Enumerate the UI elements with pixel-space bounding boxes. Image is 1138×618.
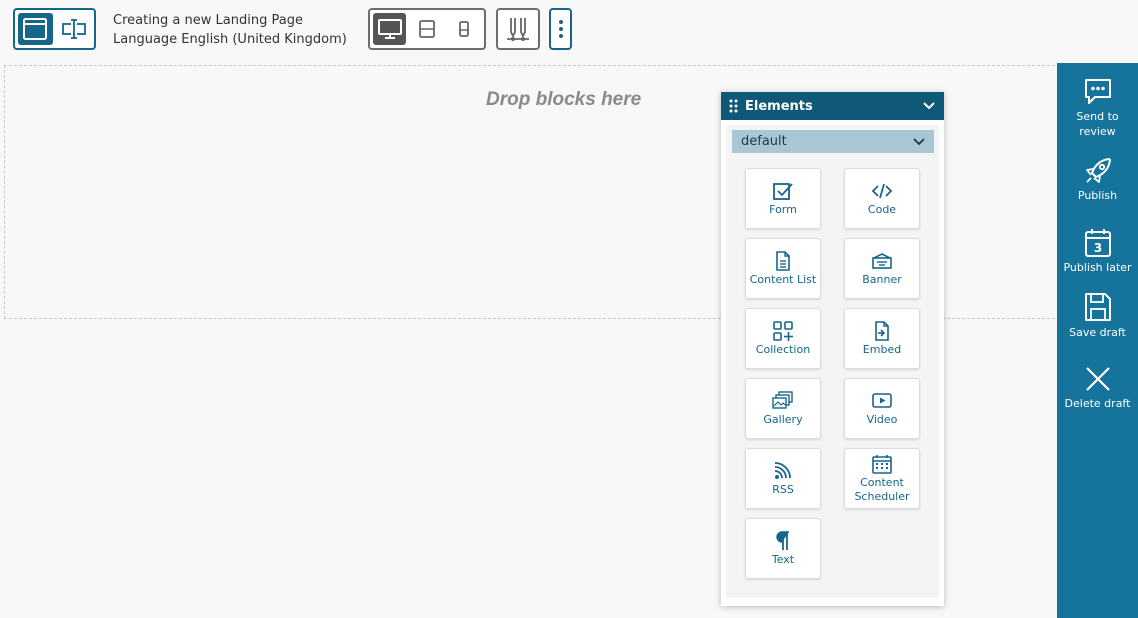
publish-label: Publish: [1077, 189, 1118, 202]
tablet-view-button[interactable]: [410, 13, 443, 45]
device-preview-toggle: [368, 8, 486, 50]
compare-button[interactable]: [496, 8, 540, 50]
rocket-icon: [1085, 158, 1111, 183]
element-rss[interactable]: RSS: [745, 448, 821, 509]
tablet-icon: [419, 20, 435, 38]
element-content-scheduler[interactable]: Content Scheduler: [844, 448, 920, 509]
element-text[interactable]: Text: [745, 518, 821, 579]
elements-category-select[interactable]: default: [732, 130, 934, 153]
chevron-down-icon: [913, 137, 925, 145]
publish-later-day: 3: [1093, 241, 1101, 255]
video-icon: [872, 392, 892, 408]
mobile-view-button[interactable]: [448, 13, 481, 45]
element-video[interactable]: Video: [844, 378, 920, 439]
element-collection[interactable]: Collection: [745, 308, 821, 369]
vertical-dots-icon: [558, 20, 563, 38]
send-to-review-button[interactable]: Send to review: [1057, 77, 1138, 139]
collapse-chevron-icon[interactable]: [922, 101, 936, 111]
more-options-button[interactable]: [549, 8, 572, 50]
element-label: Content Scheduler: [854, 475, 910, 503]
publish-later-button[interactable]: 3 Publish later: [1057, 228, 1138, 275]
element-label: Text: [771, 552, 795, 566]
publish-actions-bar: Send to review Publish 3 Publish later S…: [1057, 63, 1138, 618]
browser-window-icon: [23, 18, 48, 40]
save-draft-button[interactable]: Save draft: [1057, 291, 1138, 340]
element-label: Collection: [755, 342, 811, 356]
element-embed[interactable]: Embed: [844, 308, 920, 369]
banner-icon: [872, 252, 892, 269]
save-draft-label: Save draft: [1069, 326, 1126, 339]
mobile-icon: [459, 21, 470, 37]
page-info: Creating a new Landing Page Language Eng…: [113, 11, 347, 49]
compare-icon: [507, 18, 529, 41]
element-label: RSS: [772, 482, 794, 496]
publish-later-label: Publish later: [1063, 261, 1132, 274]
delete-draft-button[interactable]: Delete draft: [1057, 364, 1138, 411]
elements-list: default Form Code Content List Banner Co…: [726, 125, 939, 598]
content-list-icon: [776, 250, 790, 271]
editor-mode-toggle: [13, 8, 96, 50]
element-label: Gallery: [763, 412, 803, 426]
desktop-view-button[interactable]: [373, 13, 407, 45]
close-icon: [1085, 367, 1110, 391]
elements-category-value: default: [741, 134, 787, 149]
element-label: Banner: [862, 272, 902, 286]
page-mode-button[interactable]: [18, 13, 53, 45]
calendar-icon: [872, 454, 892, 474]
page-title: Creating a new Landing Page: [113, 13, 303, 28]
elements-panel-header[interactable]: Elements: [721, 92, 944, 120]
embed-icon: [875, 320, 889, 341]
text-field-icon: [61, 19, 86, 39]
elements-panel-title: Elements: [745, 98, 813, 114]
element-label: Video: [866, 412, 898, 426]
element-label: Content List: [749, 272, 817, 286]
chat-bubble-icon: [1084, 79, 1111, 104]
floppy-disk-icon: [1084, 293, 1111, 321]
delete-draft-label: Delete draft: [1064, 397, 1131, 410]
element-content-list[interactable]: Content List: [745, 238, 821, 299]
element-code[interactable]: Code: [844, 168, 920, 229]
element-label: Code: [867, 202, 897, 216]
publish-button[interactable]: Publish: [1057, 156, 1138, 203]
rss-icon: [774, 461, 791, 479]
element-label: Form: [769, 202, 797, 216]
elements-panel: Elements default Form Code Content List …: [721, 92, 944, 606]
element-label: Embed: [862, 342, 902, 356]
form-mode-button[interactable]: [57, 13, 92, 45]
page-language: Language English (United Kingdom): [113, 32, 347, 47]
element-form[interactable]: Form: [745, 168, 821, 229]
collection-icon: [773, 320, 793, 341]
desktop-icon: [377, 19, 402, 39]
drop-placeholder: Drop blocks here: [486, 89, 642, 110]
pilcrow-icon: [776, 530, 789, 550]
calendar-day-icon: 3: [1084, 229, 1111, 257]
element-gallery[interactable]: Gallery: [745, 378, 821, 439]
send-to-review-label: Send to review: [1076, 110, 1119, 138]
gallery-icon: [772, 390, 793, 409]
code-icon: [871, 183, 893, 198]
element-banner[interactable]: Banner: [844, 238, 920, 299]
form-icon: [773, 182, 793, 200]
drag-handle-icon[interactable]: [729, 99, 738, 113]
